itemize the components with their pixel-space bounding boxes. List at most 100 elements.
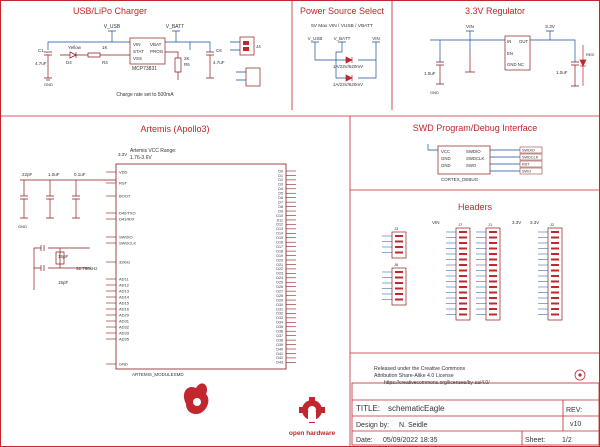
reg-pin-en: EN — [507, 51, 513, 56]
artemis-right-pin: D4 — [278, 187, 283, 191]
artemis-right-pin: D23 — [276, 272, 283, 276]
swd-net-labels: SWDIO SWDCLK RST SWO — [519, 146, 543, 175]
section-title-swd: SWD Program/Debug Interface — [413, 123, 538, 133]
artemis-right-pin: D31 — [276, 307, 283, 311]
vcc-range: 1.76-3.6V — [130, 155, 152, 161]
header-connectors: J3 J6 J7 J1 J2 — [382, 222, 563, 321]
led-color: Yellow — [68, 45, 82, 50]
charger-vusb-label: V_USB — [104, 24, 121, 30]
section-title-charger: USB/LiPo Charger — [73, 6, 147, 16]
reg-vin-label: VIN — [466, 24, 475, 30]
oshw-label: open hardware — [289, 430, 336, 437]
c6-value: 4.7uF — [213, 60, 225, 65]
header-connector-ref: J6 — [394, 262, 399, 267]
artemis-left-pin: AD35 — [119, 337, 130, 342]
header-connector-ref: J3 — [394, 226, 399, 231]
artemis-right-pin: D30 — [276, 303, 283, 307]
artemis-right-pin: D43 — [276, 361, 283, 365]
header-connector-ref: J7 — [458, 222, 463, 227]
header-connector-ref: J2 — [550, 222, 555, 227]
artemis-module-outline — [115, 163, 287, 370]
artemis-right-pin: D11 — [277, 218, 283, 222]
artemis-right-pin: D28 — [276, 294, 283, 298]
c1-ref: C1 — [38, 48, 44, 53]
charge-rate-note: Charge rate set to 500mA — [116, 92, 174, 98]
artemis-left-pin: AD29 — [119, 313, 130, 318]
swd-net-label: SWO — [522, 170, 531, 174]
artemis-left-pin: AD15 — [119, 301, 130, 306]
artemis-left-pin: SWDCLK — [119, 241, 136, 246]
artemis-right-pin: D27 — [276, 289, 283, 293]
sparkfun-logo — [183, 383, 209, 414]
artemis-right-pin: D15 — [276, 236, 283, 240]
sheet-label: Sheet: — [525, 437, 545, 444]
section-title-power-select: Power Source Select — [300, 6, 385, 16]
license-line-2: Attribution Share-Alike 4.0 License — [374, 373, 454, 379]
oshw-logo: open hardware — [289, 397, 336, 437]
hdr-33v: 3.3V — [512, 220, 521, 225]
artemis-left-pin: AD13 — [119, 289, 130, 294]
artemis-right-pin: D34 — [276, 321, 283, 325]
diode1-rating: 1A/23V/620mV — [333, 64, 363, 69]
charger-ic-name: MCP73831 — [132, 66, 157, 72]
hdr-33v-b: 3.3V — [530, 220, 539, 225]
artemis-module-name: ARTEMIS_MODULESMD — [132, 372, 184, 377]
artemis-right-pin: D1 — [278, 174, 283, 178]
power-select-block: 5V Max VIN / VUSB / VBATT V_USB V_BATT V… — [308, 23, 380, 87]
schematic-sheet: USB/LiPo Charger Power Source Select 3.3… — [0, 0, 600, 447]
section-title-artemis: Artemis (Apollo3) — [140, 124, 209, 134]
ic-pin-vss: VSS — [133, 56, 142, 61]
sheet-border — [0, 0, 600, 447]
date-value: 05/09/2022 18:35 — [383, 437, 438, 444]
jack-ref: J4 — [256, 44, 261, 49]
artemis-right-pin: D33 — [276, 316, 283, 320]
artemis-right-pin: D21 — [276, 263, 283, 267]
c6-ref: C6 — [216, 48, 222, 53]
artemis-left-pin: VDD — [119, 170, 128, 175]
artemis-block: Artemis VCC Range: 1.76-3.6V 3.3V ARTEMI… — [18, 148, 296, 377]
license-url: https://creativecommons.org/licenses/by-… — [384, 380, 490, 386]
artemis-right-pin: D24 — [276, 276, 283, 280]
ic-pin-vbat: VBAT — [150, 42, 162, 47]
artemis-right-pin: D26 — [276, 285, 283, 289]
artemis-right-pin: D3 — [278, 183, 283, 187]
swd-pin-gnd2: GND — [441, 163, 451, 168]
swd-pin-swo: SWO — [466, 163, 477, 168]
artemis-right-pin: D14 — [276, 232, 283, 236]
r6-ref: R6 — [184, 62, 190, 67]
artemis-left-pin: AD12 — [119, 283, 130, 288]
artemis-right-pin: D35 — [276, 325, 283, 329]
ic-pin-stat: STAT — [133, 49, 144, 54]
reg-pin-gnd-nc: GND NC — [507, 62, 524, 67]
artemis-right-pin: D19 — [276, 254, 283, 258]
artemis-right-pin: D0 — [278, 169, 283, 173]
artemis-left-pin: AD16 — [119, 307, 130, 312]
reg-cap-in: 1.0uF — [424, 71, 436, 76]
reg-33v-label: 3.3V — [545, 24, 556, 30]
reg-cap-out: 1.0uF — [556, 70, 568, 75]
artemis-right-pin: D39 — [276, 343, 283, 347]
artemis-left-pin: AD11 — [119, 277, 129, 282]
cc-icon — [574, 369, 586, 381]
artemis-right-pin: D12 — [276, 223, 283, 227]
reg-pin-out: OUT — [519, 39, 528, 44]
swd-block: VCC GND GND SWDIO SWDCLK SWO CORTEX_DEBU… — [427, 144, 543, 182]
artemis-left-pin: D41/RXI — [119, 217, 134, 222]
artemis-right-pin: D41 — [276, 352, 283, 356]
artemis-right-pin: D40 — [276, 347, 283, 351]
artemis-left-pin: AD14 — [119, 295, 130, 300]
title-label: TITLE: — [356, 404, 380, 413]
section-title-headers: Headers — [458, 202, 493, 212]
artemis-right-pin: D10 — [276, 214, 283, 218]
c1-value: 4.7uF — [35, 61, 47, 66]
artemis-left-pins: VDD RST BOOT D40/TXOD41/RXI SWDIOSWDCLK 32kHz… — [106, 170, 136, 367]
artemis-right-pin: D38 — [276, 338, 283, 342]
artemis-right-pin: D29 — [276, 298, 283, 302]
section-title-regulator: 3.3V Regulator — [465, 6, 525, 16]
artemis-right-pin: D18 — [276, 249, 283, 253]
rev-value: v10 — [570, 421, 581, 428]
swd-net-label: RST — [522, 163, 530, 167]
reg-pin-in: IN — [507, 39, 511, 44]
r4-ref: R4 — [102, 60, 108, 65]
swd-pin-gnd1: GND — [441, 156, 451, 161]
